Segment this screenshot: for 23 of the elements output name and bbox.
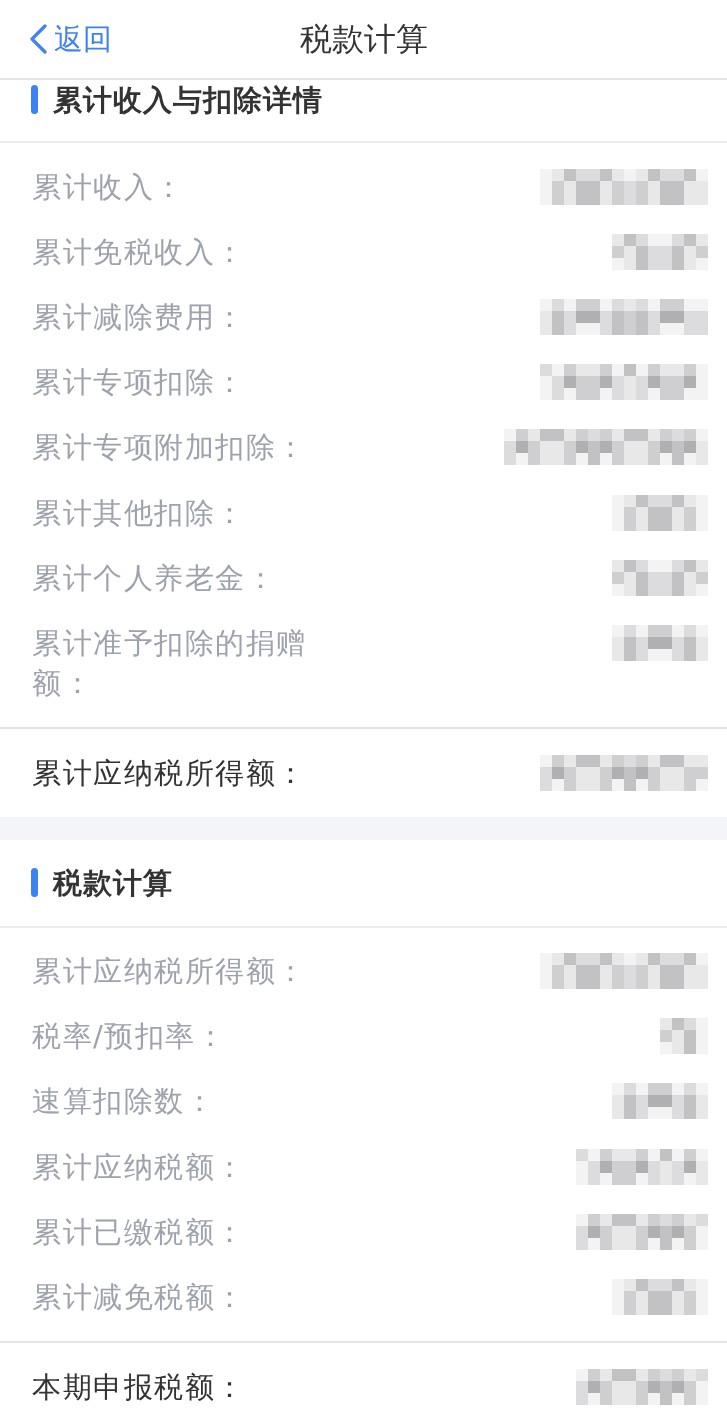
field-label: 累计减免税额： (32, 1279, 246, 1317)
field-label: 累计应纳税额： (32, 1148, 246, 1186)
field-label: 累计收入： (32, 168, 185, 206)
field-label: 速算扣除数： (32, 1083, 215, 1121)
field-label: 累计已缴税额： (32, 1213, 246, 1251)
field-label: 累计减除费用： (32, 298, 246, 336)
total-label: 累计应纳税所得额： (32, 754, 307, 792)
field-label: 累计其他扣除： (32, 494, 246, 532)
field-label: 税率/预扣率： (32, 1018, 227, 1056)
back-icon (28, 24, 48, 54)
section-marker-icon (31, 868, 38, 897)
field-label: 累计应纳税所得额： (32, 953, 307, 991)
page-title: 税款计算 (299, 19, 428, 60)
field-label: 累计个人养老金： (32, 559, 276, 597)
field-label: 累计专项附加扣除： (32, 429, 307, 467)
section-title: 累计收入与扣除详情 (53, 85, 323, 115)
total-label: 本期申报税额： (32, 1368, 246, 1406)
section-title: 税款计算 (53, 867, 173, 898)
back-button[interactable]: 返回 (28, 19, 112, 59)
section-marker-icon (31, 85, 38, 114)
field-label: 累计专项扣除： (32, 364, 246, 402)
field-label: 累计准予扣除的捐赠额： (32, 624, 308, 702)
field-label: 累计免税收入： (32, 233, 246, 271)
